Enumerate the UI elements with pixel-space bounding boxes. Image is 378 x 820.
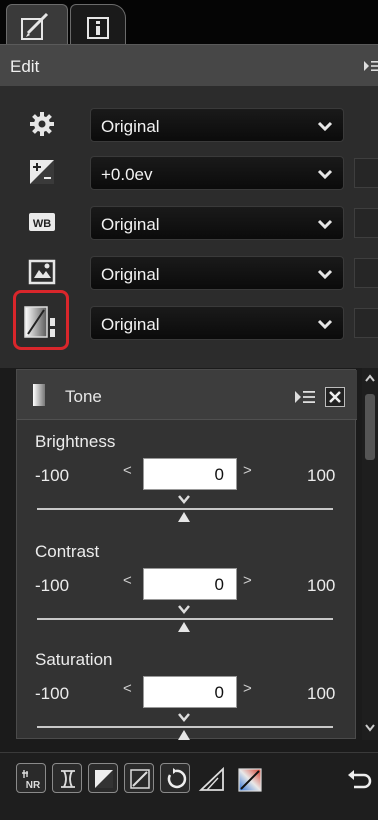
picture-control-dropdown[interactable]: Original	[90, 256, 344, 290]
gear-icon[interactable]	[28, 110, 56, 138]
slider-label: Brightness	[35, 432, 116, 451]
slider-max: 100	[307, 684, 336, 703]
lens-correction-icon	[61, 770, 75, 788]
slider-track[interactable]	[37, 508, 333, 510]
scroll-down-icon[interactable]	[365, 724, 375, 732]
slider-marker-top	[178, 605, 190, 614]
tab-edit[interactable]	[6, 4, 68, 44]
brightness-slider: Brightness -100 < 0 > 100	[17, 432, 357, 544]
slider-min: -100	[35, 684, 70, 703]
panel-tab-bar	[0, 0, 378, 44]
edit-tools-toolbar: NR	[0, 752, 378, 820]
slider-max: 100	[307, 466, 336, 485]
contrast-value-field[interactable]: 0	[143, 568, 237, 600]
edit-section-header: Edit	[0, 44, 378, 86]
reset-box[interactable]	[354, 158, 378, 188]
slider-label: Contrast	[35, 542, 100, 561]
chevron-down-icon	[317, 169, 333, 180]
rotate-button[interactable]	[160, 763, 190, 793]
edit-label: Edit	[10, 57, 40, 76]
reset-box[interactable]	[354, 258, 378, 288]
slider-handle[interactable]	[178, 622, 190, 632]
slider-track[interactable]	[37, 618, 333, 620]
undo-icon[interactable]	[344, 765, 372, 793]
slider-min: -100	[35, 466, 70, 485]
decrement-arrow-icon[interactable]: <	[123, 462, 132, 479]
panel-menu-icon[interactable]	[364, 59, 378, 73]
noise-reduction-icon: NR	[22, 770, 41, 791]
edit-row-exposure: +0.0ev	[0, 152, 378, 192]
brightness-value-field[interactable]: 0	[143, 458, 237, 490]
svg-text:WB: WB	[33, 218, 51, 230]
scroll-thumb[interactable]	[365, 394, 375, 460]
exposure-dropdown[interactable]: +0.0ev	[90, 156, 344, 190]
color-adjust-icon[interactable]	[236, 766, 264, 794]
reset-box[interactable]	[354, 308, 378, 338]
noise-reduction-button[interactable]: NR	[16, 763, 46, 793]
slider-min: -100	[35, 576, 70, 595]
reset-box[interactable]	[354, 208, 378, 238]
nr-label: NR	[26, 780, 41, 791]
dropdown-value: Original	[101, 315, 160, 334]
tone-panel-header: Tone	[17, 370, 357, 420]
close-icon	[329, 391, 341, 403]
info-icon	[87, 17, 109, 39]
edit-row-white-balance: WB Original	[0, 202, 378, 242]
tone-icon	[33, 384, 45, 406]
edit-pencil-icon	[21, 12, 49, 40]
contrast-slider: Contrast -100 < 0 > 100	[17, 542, 357, 654]
chevron-down-icon	[317, 121, 333, 132]
slider-track[interactable]	[37, 726, 333, 728]
slider-max: 100	[307, 576, 336, 595]
increment-arrow-icon[interactable]: >	[243, 572, 252, 589]
exposure-compensation-icon[interactable]	[28, 158, 56, 186]
chevron-down-icon	[317, 319, 333, 330]
slider-marker-top	[178, 495, 190, 504]
dropdown-value: Original	[101, 265, 160, 284]
tone-icon	[130, 769, 150, 789]
dropdown-value: Original	[101, 215, 160, 234]
slider-marker-top	[178, 713, 190, 722]
tone-button[interactable]	[124, 763, 154, 793]
close-panel-button[interactable]	[325, 387, 345, 407]
tab-info[interactable]	[70, 4, 126, 44]
panel-scrollbar[interactable]	[362, 368, 378, 740]
straighten-icon[interactable]	[198, 766, 226, 794]
decrement-arrow-icon[interactable]: <	[123, 680, 132, 697]
tone-dropdown[interactable]: Original	[90, 306, 344, 340]
scroll-up-icon[interactable]	[365, 374, 375, 382]
tone-curve-button[interactable]	[88, 763, 118, 793]
white-balance-icon[interactable]: WB	[28, 208, 56, 236]
edit-row-general: Original	[0, 104, 378, 144]
picture-control-icon[interactable]	[28, 258, 56, 286]
tone-icon-highlight	[13, 290, 69, 350]
chevron-down-icon	[317, 269, 333, 280]
general-dropdown[interactable]: Original	[90, 108, 344, 142]
dropdown-value: +0.0ev	[101, 165, 153, 184]
slider-handle[interactable]	[178, 730, 190, 740]
dropdown-value: Original	[101, 117, 160, 136]
white-balance-dropdown[interactable]: Original	[90, 206, 344, 240]
saturation-slider: Saturation -100 < 0 > 100	[17, 650, 357, 762]
increment-arrow-icon[interactable]: >	[243, 462, 252, 479]
decrement-arrow-icon[interactable]: <	[123, 572, 132, 589]
lens-correction-button[interactable]	[52, 763, 82, 793]
slider-label: Saturation	[35, 650, 113, 669]
tone-curve-icon	[95, 770, 113, 788]
saturation-value-field[interactable]: 0	[143, 676, 237, 708]
increment-arrow-icon[interactable]: >	[243, 680, 252, 697]
panel-menu-icon[interactable]	[295, 390, 315, 404]
edit-row-picture-control: Original	[0, 252, 378, 292]
slider-handle[interactable]	[178, 512, 190, 522]
tone-panel: Tone Brightness -100 < 0 > 100 Contrast …	[16, 369, 357, 740]
rotate-icon	[167, 768, 187, 789]
chevron-down-icon	[317, 219, 333, 230]
tone-panel-title: Tone	[65, 387, 102, 406]
